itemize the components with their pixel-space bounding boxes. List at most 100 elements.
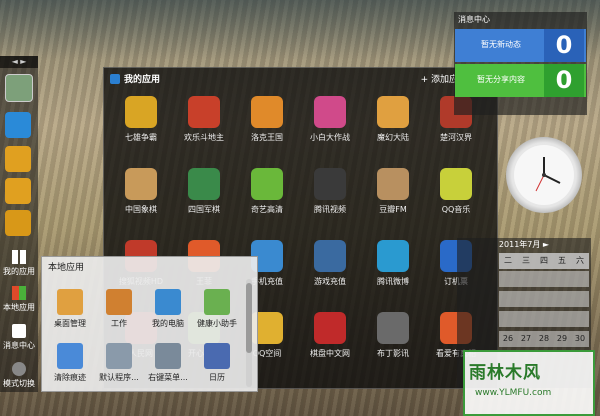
local-app-tile[interactable]: 默认程序... <box>95 343 143 383</box>
app-label: 欢乐斗地主 <box>184 133 224 142</box>
local-app-tile[interactable]: 右键菜单... <box>144 343 192 383</box>
grid-icon <box>12 250 26 264</box>
folder-icon[interactable] <box>5 178 31 204</box>
app-tile[interactable]: 豆瓣FM <box>362 168 424 215</box>
local-app-tile[interactable]: 我的电脑 <box>144 289 192 329</box>
local-apps-label: 本地应用 <box>3 303 35 312</box>
local-apps-button[interactable]: 本地应用 <box>0 286 38 313</box>
folder-icon[interactable] <box>5 146 31 172</box>
app-label: 布丁影讯 <box>377 349 409 358</box>
app-icon <box>377 240 409 272</box>
local-app-tile[interactable]: 健康小助手 <box>193 289 241 329</box>
app-logo-icon <box>110 74 120 84</box>
local-app-tile[interactable]: 工作 <box>95 289 143 329</box>
app-tile[interactable]: 小白大作战 <box>299 96 361 143</box>
app-tile[interactable]: 腾讯微博 <box>362 240 424 287</box>
mode-switch-button[interactable]: 模式切换 <box>0 362 38 389</box>
local-app-label: 桌面管理 <box>54 319 86 328</box>
calendar-day[interactable] <box>553 311 571 327</box>
calendar-day[interactable] <box>517 311 535 327</box>
my-apps-label: 我的应用 <box>3 267 35 276</box>
user-avatar-icon[interactable] <box>5 74 33 102</box>
calendar-next-button[interactable]: ► <box>543 240 549 249</box>
app-tile[interactable]: 棋盘中文网 <box>299 312 361 359</box>
calendar-day[interactable] <box>553 291 571 307</box>
calendar-day[interactable] <box>517 271 535 287</box>
app-tile[interactable]: 布丁影讯 <box>362 312 424 359</box>
local-app-icon <box>57 343 83 369</box>
app-icon <box>377 96 409 128</box>
calendar-day[interactable] <box>499 271 517 287</box>
local-app-label: 健康小助手 <box>197 319 237 328</box>
app-tile[interactable]: 中国象棋 <box>110 168 172 215</box>
calendar-header: 2011年7月 ► <box>457 238 591 252</box>
toggle-icon <box>12 362 26 376</box>
message-center-button[interactable]: 消息中心 <box>0 324 38 351</box>
local-app-icon <box>204 289 230 315</box>
app-icon <box>125 168 157 200</box>
app-tile[interactable]: 欢乐斗地主 <box>173 96 235 143</box>
calendar-day[interactable] <box>535 311 553 327</box>
message-center-widget-title: 消息中心 <box>458 15 490 24</box>
my-apps-title-text: 我的应用 <box>124 75 161 85</box>
app-label: 中国象棋 <box>125 205 157 214</box>
watermark-title: 雨林木风 <box>469 363 541 383</box>
local-app-label: 日历 <box>209 373 225 382</box>
calendar-day[interactable] <box>517 291 535 307</box>
app-icon <box>440 168 472 200</box>
calendar-day[interactable] <box>499 291 517 307</box>
local-app-label: 默认程序... <box>99 373 139 382</box>
calendar-day[interactable]: 29 <box>553 331 571 347</box>
calendar-day[interactable] <box>553 271 571 287</box>
calendar-day[interactable]: 28 <box>535 331 553 347</box>
scrollbar-thumb[interactable] <box>246 283 252 353</box>
message-center-label: 消息中心 <box>3 341 35 350</box>
calendar-day[interactable]: 30 <box>571 331 589 347</box>
watermark-url: www.YLMFU.com <box>475 388 552 398</box>
app-icon <box>377 168 409 200</box>
folder-icon[interactable] <box>5 210 31 236</box>
calendar-weekday: 三 <box>517 253 535 269</box>
message-row-shares[interactable]: 暂无分享内容 0 <box>455 64 586 97</box>
calendar-day[interactable] <box>571 291 589 307</box>
local-app-icon <box>204 343 230 369</box>
app-icon <box>314 96 346 128</box>
app-label: 奇艺高清 <box>251 205 283 214</box>
calendar-day[interactable]: 27 <box>517 331 535 347</box>
app-tile[interactable]: 奇艺高清 <box>236 168 298 215</box>
clock-face <box>514 145 574 205</box>
app-tile[interactable]: 七雄争霸 <box>110 96 172 143</box>
watermark-logo: 雨林木风 www.YLMFU.com <box>463 350 595 416</box>
qq-search-icon[interactable] <box>5 112 31 138</box>
left-dock: ◄ ► 我的应用 本地应用 消息中心 模式切换 <box>0 56 38 392</box>
local-app-tile[interactable]: 桌面管理 <box>46 289 94 329</box>
app-tile[interactable]: QQ音乐 <box>425 168 487 215</box>
app-tile[interactable]: 腾讯视频 <box>299 168 361 215</box>
my-apps-button[interactable]: 我的应用 <box>0 250 38 277</box>
local-app-tile[interactable]: 清除痕迹 <box>46 343 94 383</box>
calendar-weekday: 五 <box>553 253 571 269</box>
calendar-day[interactable] <box>535 291 553 307</box>
calendar-day[interactable]: 26 <box>499 331 517 347</box>
app-tile[interactable]: 洛克王国 <box>236 96 298 143</box>
local-app-label: 右键菜单... <box>148 373 188 382</box>
local-app-icon <box>155 343 181 369</box>
calendar-day[interactable] <box>571 271 589 287</box>
calendar-day[interactable] <box>499 311 517 327</box>
mode-switch-label: 模式切换 <box>3 379 35 388</box>
calendar-weekday: 四 <box>535 253 553 269</box>
app-tile[interactable]: 四国军棋 <box>173 168 235 215</box>
app-label: 七雄争霸 <box>125 133 157 142</box>
app-icon <box>314 240 346 272</box>
message-row-updates[interactable]: 暂无新动态 0 <box>455 29 586 62</box>
calendar-weekday: 六 <box>571 253 589 269</box>
local-app-tile[interactable]: 日历 <box>193 343 241 383</box>
message-row-text: 暂无分享内容 <box>477 75 525 84</box>
calendar-day[interactable] <box>535 271 553 287</box>
dock-collapse-arrows[interactable]: ◄ ► <box>0 56 38 68</box>
app-tile[interactable]: 游戏充值 <box>299 240 361 287</box>
local-apps-scrollbar[interactable] <box>246 279 252 387</box>
app-tile[interactable]: 魔幻大陆 <box>362 96 424 143</box>
app-icon <box>251 168 283 200</box>
calendar-day[interactable] <box>571 311 589 327</box>
